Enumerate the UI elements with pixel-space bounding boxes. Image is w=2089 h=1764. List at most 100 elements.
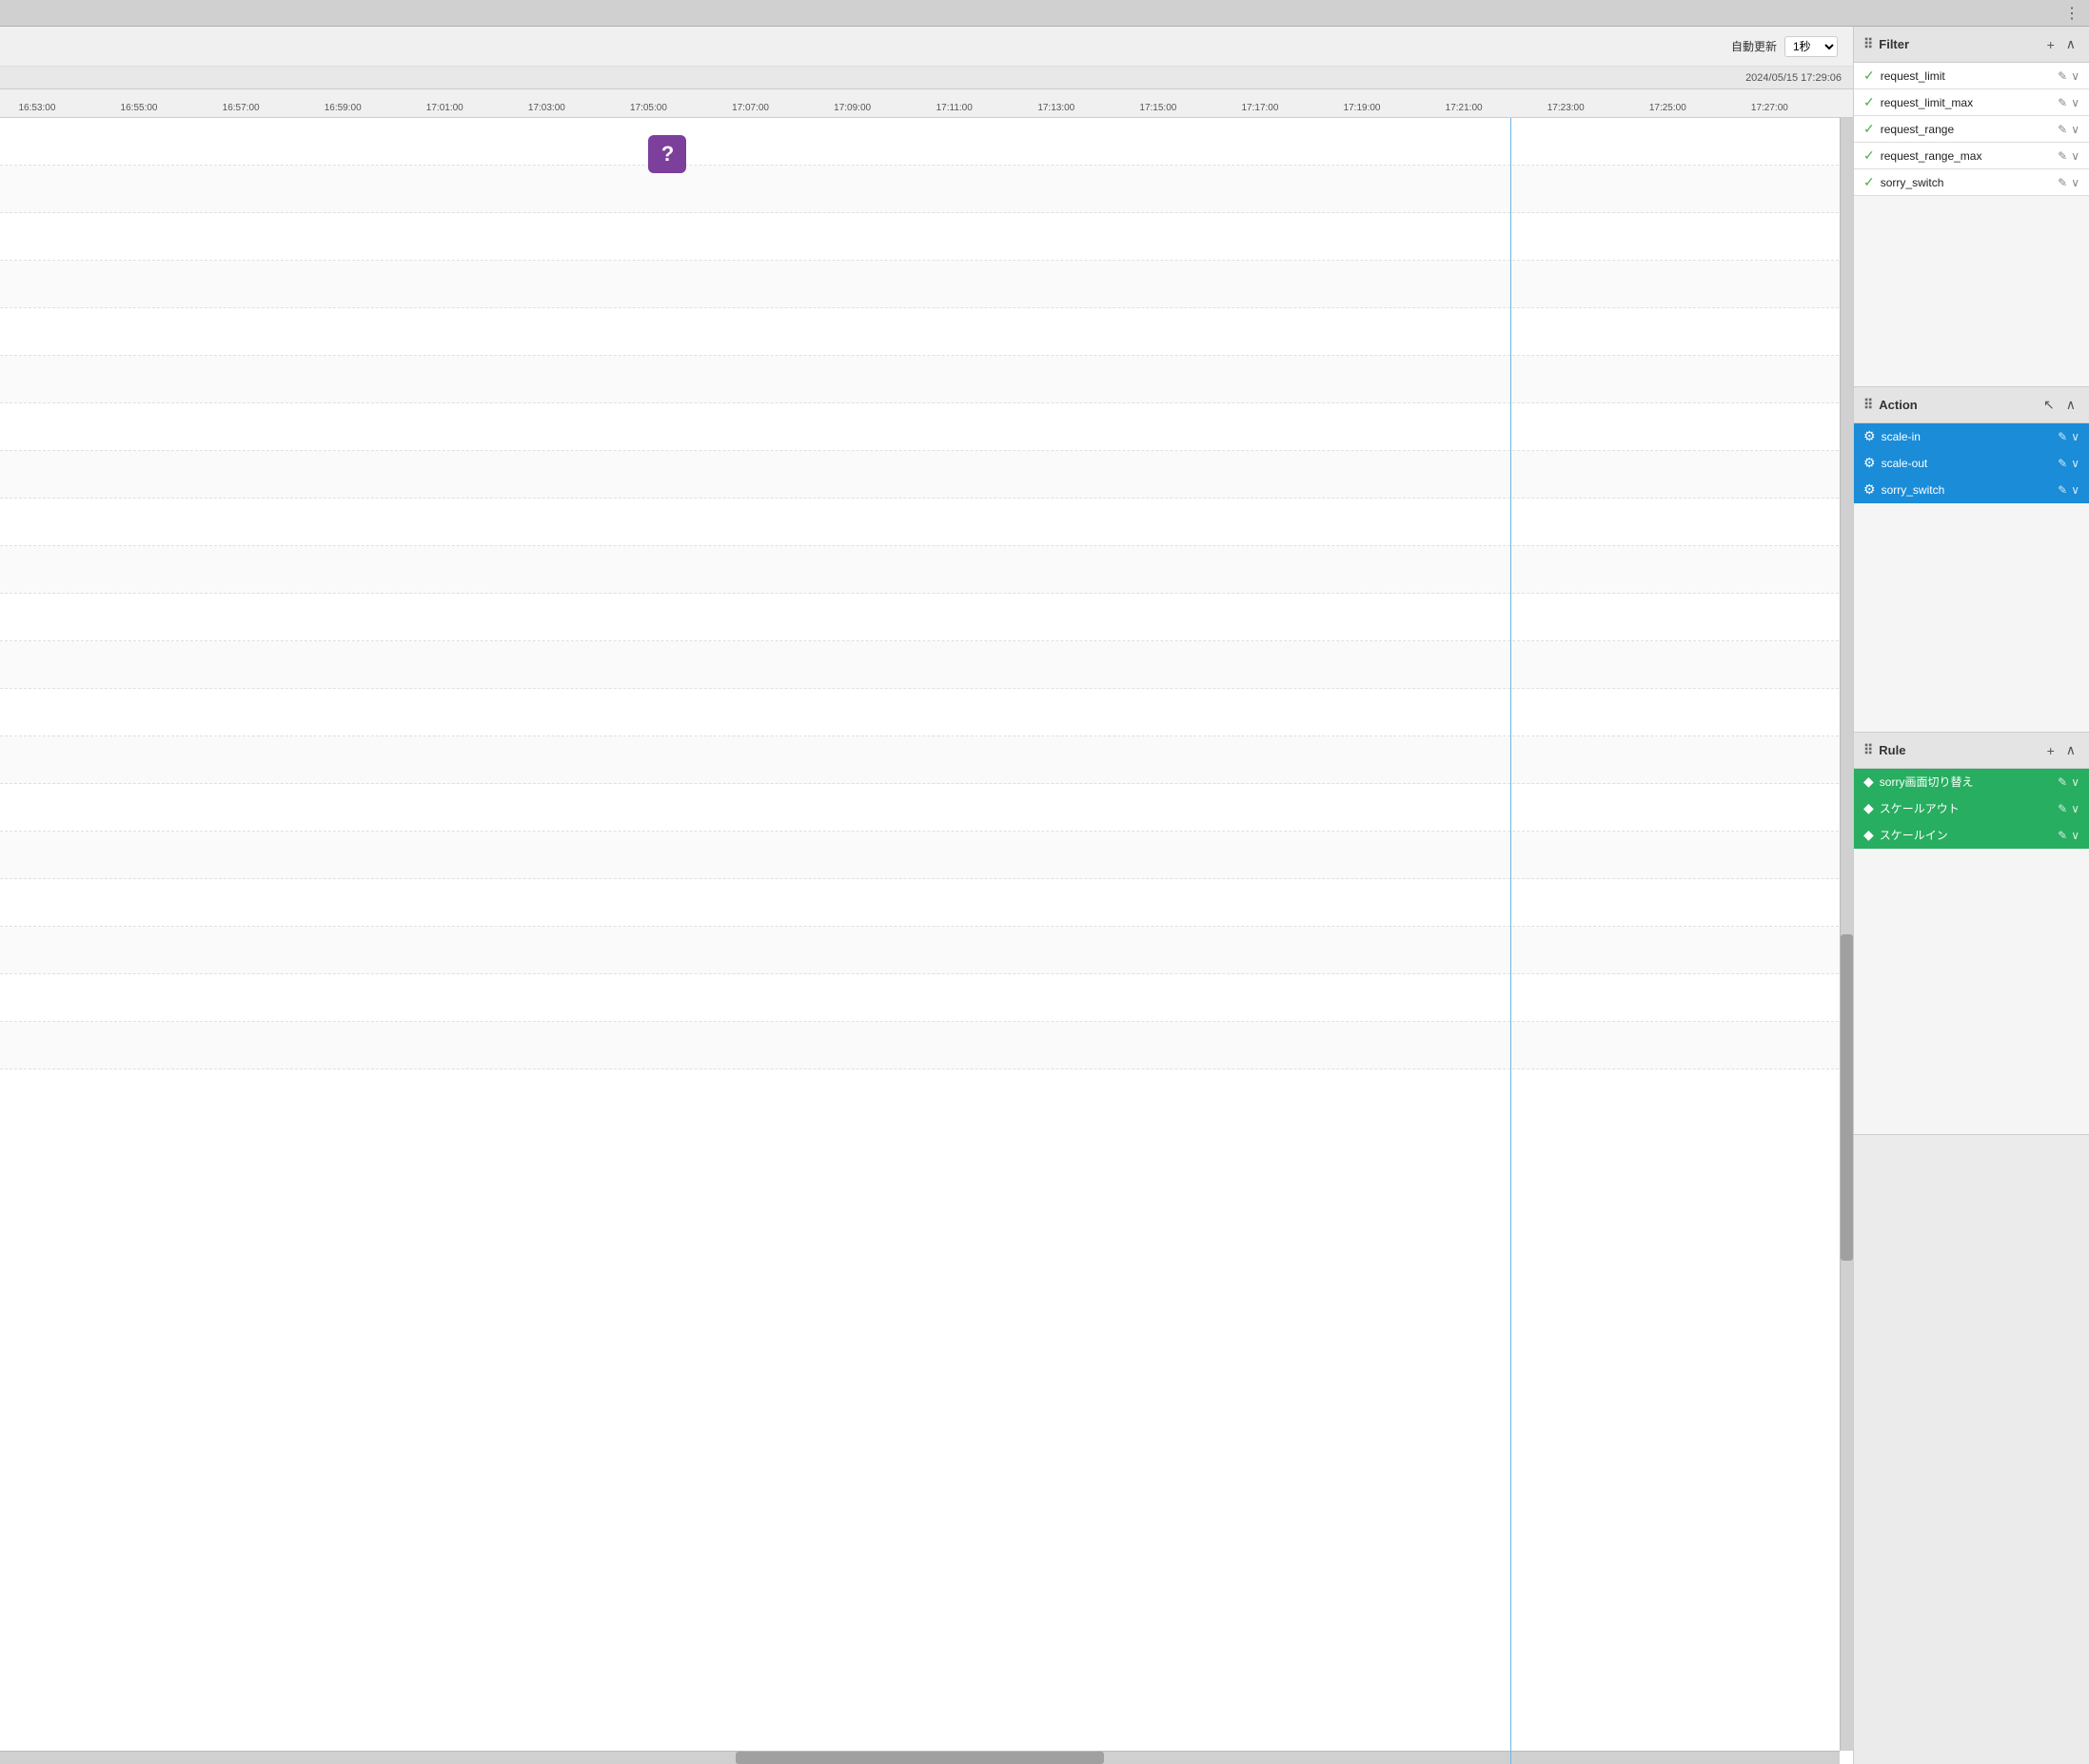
chart-row	[0, 689, 1853, 736]
question-mark-icon: ?	[661, 142, 674, 167]
rule-chevron-icon[interactable]: ∨	[2071, 775, 2079, 789]
filter-chevron-icon[interactable]: ∨	[2071, 69, 2079, 83]
filter-edit-icon[interactable]: ✎	[2058, 176, 2067, 189]
rule-chevron-icon[interactable]: ∨	[2071, 802, 2079, 815]
filter-collapse-button[interactable]: ∧	[2062, 34, 2079, 54]
filter-item-sorry-switch[interactable]: ✓ sorry_switch ✎ ∨	[1854, 169, 2089, 196]
time-label-1: 16:55:00	[121, 103, 158, 113]
chart-row	[0, 403, 1853, 451]
action-chevron-icon[interactable]: ∨	[2071, 483, 2079, 497]
filter-item-request-limit[interactable]: ✓ request_limit ✎ ∨	[1854, 63, 2089, 89]
action-section-actions: ↖ ∧	[2040, 395, 2079, 415]
horizontal-scrollbar-thumb[interactable]	[736, 1752, 1104, 1764]
rule-add-button[interactable]: +	[2043, 741, 2059, 760]
action-item-scale-out[interactable]: ⚙ scale-out ✎ ∨	[1854, 450, 2089, 477]
action-gear-icon: ⚙	[1863, 455, 1876, 471]
filter-item-name: request_range	[1881, 123, 1954, 136]
chart-row	[0, 736, 1853, 784]
chart-row	[0, 356, 1853, 403]
chart-row	[0, 879, 1853, 927]
timeline-area: 自動更新 1秒 5秒 10秒 2024/05/15 17:29:06 16:53…	[0, 27, 1853, 1764]
timestamp-bar: 2024/05/15 17:29:06	[0, 67, 1853, 89]
rule-diamond-icon: ◆	[1863, 774, 1874, 790]
action-edit-icon[interactable]: ✎	[2058, 457, 2067, 470]
chart-row	[0, 832, 1853, 879]
action-item-scale-in[interactable]: ⚙ scale-in ✎ ∨	[1854, 423, 2089, 450]
time-label-4: 17:01:00	[426, 103, 463, 113]
chart-row	[0, 784, 1853, 832]
filter-check-icon: ✓	[1863, 94, 1875, 110]
action-edit-icon[interactable]: ✎	[2058, 430, 2067, 443]
filter-edit-icon[interactable]: ✎	[2058, 149, 2067, 163]
action-chevron-icon[interactable]: ∨	[2071, 430, 2079, 443]
chart-body: ?	[0, 118, 1853, 1764]
chart-row	[0, 499, 1853, 546]
filter-chevron-icon[interactable]: ∨	[2071, 176, 2079, 189]
filter-item-name: request_range_max	[1881, 149, 1982, 163]
filter-chevron-icon[interactable]: ∨	[2071, 149, 2079, 163]
rule-edit-icon[interactable]: ✎	[2058, 829, 2067, 842]
current-timestamp: 2024/05/15 17:29:06	[1745, 72, 1842, 84]
vertical-scrollbar[interactable]	[1840, 118, 1853, 1751]
action-item-name: sorry_switch	[1882, 483, 1945, 497]
action-collapse-button[interactable]: ∧	[2062, 395, 2079, 415]
action-cursor-button[interactable]: ↖	[2040, 395, 2059, 415]
filter-edit-icon[interactable]: ✎	[2058, 69, 2067, 83]
rule-edit-icon[interactable]: ✎	[2058, 775, 2067, 789]
rule-diamond-icon: ◆	[1863, 800, 1874, 816]
filter-chevron-icon[interactable]: ∨	[2071, 96, 2079, 109]
rule-item-name: スケールイン	[1880, 827, 1948, 843]
rule-section-title: ⠿ Rule	[1863, 742, 1905, 758]
horizontal-scrollbar[interactable]	[0, 1751, 1840, 1764]
time-label-16: 17:25:00	[1649, 103, 1686, 113]
filter-item-request-range[interactable]: ✓ request_range ✎ ∨	[1854, 116, 2089, 143]
action-item-sorry-switch[interactable]: ⚙ sorry_switch ✎ ∨	[1854, 477, 2089, 503]
action-gear-icon: ⚙	[1863, 428, 1876, 444]
vertical-scrollbar-thumb[interactable]	[1841, 934, 1853, 1261]
rule-chevron-icon[interactable]: ∨	[2071, 829, 2079, 842]
current-time-line	[1510, 118, 1511, 1764]
filter-item-request-limit-max[interactable]: ✓ request_limit_max ✎ ∨	[1854, 89, 2089, 116]
top-bar: ⋮	[0, 0, 2089, 27]
time-label-3: 16:59:00	[325, 103, 362, 113]
action-gear-icon: ⚙	[1863, 481, 1876, 498]
timeline-controls: 自動更新 1秒 5秒 10秒	[0, 27, 1853, 67]
chart-row	[0, 641, 1853, 689]
time-label-5: 17:03:00	[528, 103, 565, 113]
filter-item-request-range-max[interactable]: ✓ request_range_max ✎ ∨	[1854, 143, 2089, 169]
filter-edit-icon[interactable]: ✎	[2058, 123, 2067, 136]
rule-item-name: スケールアウト	[1880, 800, 1960, 816]
chart-row	[0, 166, 1853, 213]
filter-item-name: sorry_switch	[1881, 176, 1944, 189]
event-marker[interactable]: ?	[648, 135, 686, 173]
filter-item-name: request_limit_max	[1881, 96, 1973, 109]
time-ruler: 16:53:00 16:55:00 16:57:00 16:59:00 17:0…	[0, 89, 1853, 118]
refresh-rate-select[interactable]: 1秒 5秒 10秒	[1784, 36, 1838, 57]
action-item-name: scale-in	[1882, 430, 1921, 443]
auto-refresh-label: 自動更新	[1731, 38, 1777, 54]
rule-edit-icon[interactable]: ✎	[2058, 802, 2067, 815]
rule-item-sorry-screen[interactable]: ◆ sorry画面切り替え ✎ ∨	[1854, 769, 2089, 795]
action-item-name: scale-out	[1882, 457, 1928, 470]
time-label-0: 16:53:00	[18, 103, 55, 113]
filter-chevron-icon[interactable]: ∨	[2071, 123, 2079, 136]
chart-row	[0, 213, 1853, 261]
top-bar-menu-icon[interactable]: ⋮	[2064, 4, 2081, 23]
filter-edit-icon[interactable]: ✎	[2058, 96, 2067, 109]
filter-check-icon: ✓	[1863, 68, 1875, 84]
action-section-empty	[1854, 503, 2089, 732]
rule-collapse-button[interactable]: ∧	[2062, 740, 2079, 760]
action-edit-icon[interactable]: ✎	[2058, 483, 2067, 497]
chart-row	[0, 261, 1853, 308]
rule-diamond-icon: ◆	[1863, 827, 1874, 843]
filter-add-button[interactable]: +	[2043, 35, 2059, 54]
action-chevron-icon[interactable]: ∨	[2071, 457, 2079, 470]
action-section: ⠿ Action ↖ ∧ ⚙ scale-in ✎	[1854, 387, 2089, 733]
rule-item-scale-out[interactable]: ◆ スケールアウト ✎ ∨	[1854, 795, 2089, 822]
filter-section-header: ⠿ Filter + ∧	[1854, 27, 2089, 63]
right-panel: ⠿ Filter + ∧ ✓ request_limit ✎	[1853, 27, 2089, 1764]
time-label-9: 17:11:00	[936, 103, 973, 113]
time-label-13: 17:19:00	[1344, 103, 1381, 113]
chart-row: ?	[0, 118, 1853, 166]
rule-item-scale-in[interactable]: ◆ スケールイン ✎ ∨	[1854, 822, 2089, 849]
